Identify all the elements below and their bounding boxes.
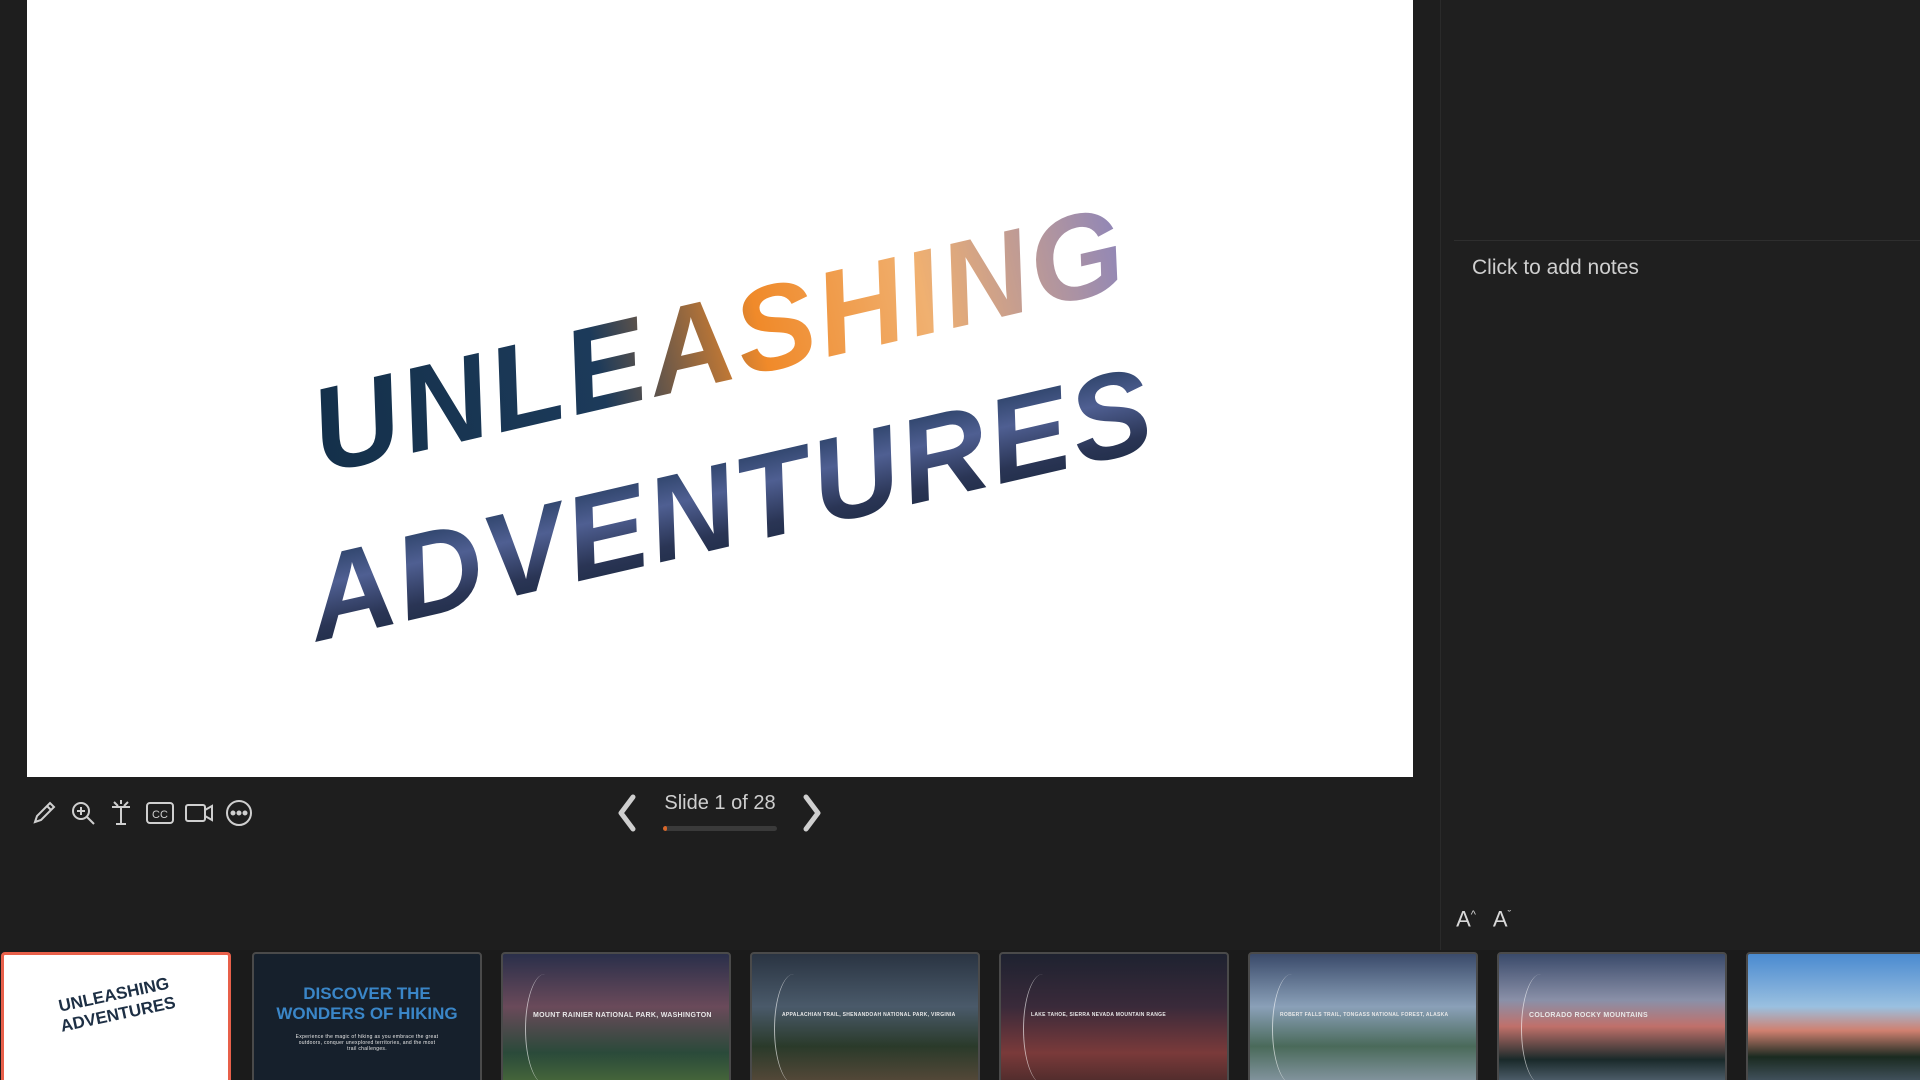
increase-font-button[interactable]: A^ <box>1451 900 1481 932</box>
slide-canvas[interactable]: UNLEASHING ADVENTURES <box>27 0 1413 777</box>
increase-font-icon: ^ <box>1470 909 1476 921</box>
captions-icon: CC <box>146 802 174 824</box>
increase-font-label: A <box>1456 906 1471 932</box>
slide-counter: Slide 1 of 28 <box>664 792 776 814</box>
thumbnail-subtitle: MOUNT RAINIER NATIONAL PARK, WASHINGTON <box>533 1012 712 1019</box>
laser-pointer-button[interactable] <box>104 796 138 830</box>
thumbnail-strip: UNLEASHING ADVENTURES DISCOVER THE WONDE… <box>0 950 1920 1080</box>
thumbnail-slide-7[interactable]: COLORADO ROCKY MOUNTAINS <box>1497 952 1727 1080</box>
previous-slide-button[interactable] <box>612 793 642 833</box>
pen-button[interactable] <box>27 796 61 830</box>
thumbnail-slide-4[interactable]: APPALACHIAN TRAIL, SHENANDOAH NATIONAL P… <box>750 952 980 1080</box>
thumbnail-subtitle: Experience the magic of hiking as you em… <box>295 1034 439 1052</box>
thumbnail-arc <box>525 974 565 1080</box>
thumbnail-arc <box>1272 974 1312 1080</box>
captions-label: CC <box>152 809 168 821</box>
camera-button[interactable] <box>182 796 216 830</box>
captions-button[interactable]: CC <box>143 796 177 830</box>
notes-pane <box>1440 0 1920 952</box>
pen-icon <box>33 801 56 824</box>
thumbnail-arc <box>1023 974 1063 1080</box>
notes-divider <box>1454 240 1920 241</box>
notes-field[interactable]: Click to add notes <box>1472 256 1639 280</box>
thumbnail-slide-6[interactable]: ROBERT FALLS TRAIL, TONGASS NATIONAL FOR… <box>1248 952 1478 1080</box>
more-options-icon <box>226 800 252 826</box>
decrease-font-label: A <box>1492 906 1508 932</box>
thumbnail-slide-8[interactable] <box>1746 952 1920 1080</box>
decrease-font-icon: ˇ <box>1507 909 1512 921</box>
thumbnail-subtitle: COLORADO ROCKY MOUNTAINS <box>1529 1012 1648 1019</box>
thumbnail-arc <box>1521 974 1561 1080</box>
thumbnail-arc <box>774 974 814 1080</box>
thumbnail-subtitle: LAKE TAHOE, SIERRA NEVADA MOUNTAIN RANGE <box>1031 1012 1166 1018</box>
thumbnail-title: UNLEASHING ADVENTURES <box>56 973 178 1036</box>
more-options-button[interactable] <box>222 796 256 830</box>
decrease-font-button[interactable]: Aˇ <box>1487 900 1517 932</box>
thumbnail-slide-3[interactable]: MOUNT RAINIER NATIONAL PARK, WASHINGTON <box>501 952 731 1080</box>
zoom-icon <box>72 802 95 825</box>
chevron-right-icon <box>803 794 821 832</box>
slide-title-art: UNLEASHING ADVENTURES <box>290 181 1168 668</box>
zoom-button[interactable] <box>66 796 100 830</box>
laser-pointer-icon <box>112 800 130 825</box>
chevron-left-icon <box>618 794 636 832</box>
thumbnail-subtitle: ROBERT FALLS TRAIL, TONGASS NATIONAL FOR… <box>1280 1012 1449 1018</box>
camera-icon <box>185 804 213 822</box>
next-slide-button[interactable] <box>797 793 827 833</box>
thumbnail-slide-2[interactable]: DISCOVER THE WONDERS OF HIKING Experienc… <box>252 952 482 1080</box>
slide-progress-fill <box>663 826 668 831</box>
thumbnail-slide-5[interactable]: LAKE TAHOE, SIERRA NEVADA MOUNTAIN RANGE <box>999 952 1229 1080</box>
slide-progress-bar[interactable] <box>663 826 777 831</box>
thumbnail-slide-1[interactable]: UNLEASHING ADVENTURES <box>1 952 231 1080</box>
thumbnail-subtitle: APPALACHIAN TRAIL, SHENANDOAH NATIONAL P… <box>782 1012 956 1018</box>
thumbnail-title: DISCOVER THE WONDERS OF HIKING <box>276 984 458 1023</box>
